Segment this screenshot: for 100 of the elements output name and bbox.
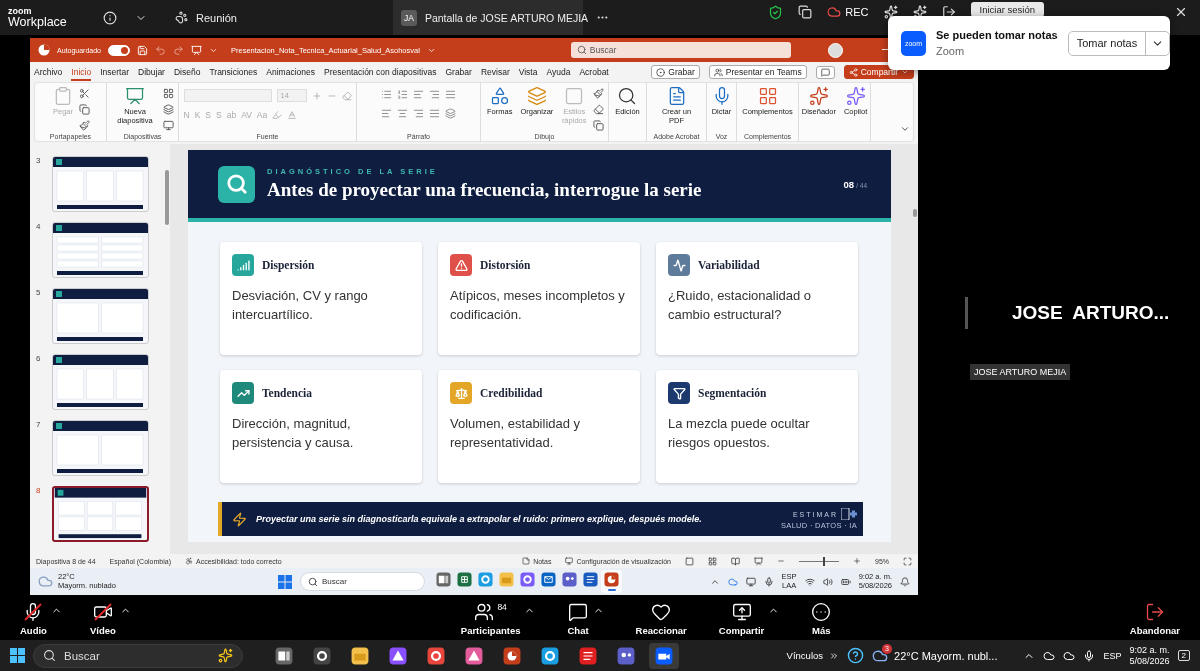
present-teams-button[interactable]: Presentar en Teams	[708, 65, 807, 79]
app-icon[interactable]	[541, 646, 559, 665]
ribbon-tab[interactable]: Ayuda	[546, 63, 571, 81]
app-icon[interactable]	[617, 646, 635, 665]
numbering-icon[interactable]	[397, 89, 408, 100]
app-icon[interactable]	[427, 646, 445, 665]
display-icon[interactable]	[745, 576, 756, 587]
app-icon[interactable]	[503, 646, 521, 665]
record-button[interactable]: REC	[827, 5, 869, 19]
slideshow-icon[interactable]	[754, 556, 763, 566]
start-icon[interactable]	[278, 574, 292, 589]
cloud-icon[interactable]	[1063, 649, 1076, 662]
door-icon[interactable]	[941, 5, 956, 19]
ribbon-tab[interactable]: Transiciones	[209, 63, 258, 81]
language[interactable]: ESP	[1103, 650, 1122, 661]
zoom-in-icon[interactable]	[853, 557, 861, 565]
take-notes-button[interactable]: Tomar notas	[1068, 31, 1147, 55]
wifi-icon[interactable]	[804, 576, 815, 587]
footer-text: Proyectar una serie sin diagnosticarla equivale a extrapolar el ruido: primero explique, después modele.	[256, 514, 702, 524]
ribbon-tab[interactable]: Grabar	[445, 63, 472, 81]
ribbon-tab[interactable]: Revisar	[480, 63, 510, 81]
product-name: Workplace	[8, 15, 68, 29]
search-field[interactable]: Buscar	[33, 643, 243, 668]
user-avatar[interactable]	[827, 42, 843, 58]
comments-button[interactable]	[815, 65, 835, 79]
search-field[interactable]: Buscar	[570, 42, 791, 58]
start-icon[interactable]	[10, 648, 25, 663]
app-icon[interactable]	[275, 646, 293, 665]
record-button[interactable]: Grabar	[651, 65, 700, 79]
reading-view-icon[interactable]	[731, 556, 740, 566]
slide-thumbnail[interactable]	[52, 486, 149, 542]
links-button[interactable]: Vínculos	[786, 650, 840, 661]
bell-icon[interactable]	[900, 576, 910, 587]
share-screen-button[interactable]: Compartir	[718, 601, 765, 636]
font-color-icon[interactable]	[287, 110, 298, 120]
leave-button[interactable]: Abandonar	[1129, 601, 1180, 636]
app-icon[interactable]	[313, 646, 331, 665]
ribbon-tab[interactable]: Inicio	[71, 63, 92, 81]
sorter-view-icon[interactable]	[708, 556, 717, 566]
app-icon[interactable]	[351, 646, 369, 665]
font-name-field[interactable]	[183, 89, 272, 102]
app-icon[interactable]	[655, 646, 673, 665]
participants-button[interactable]: 84 Participantes	[460, 601, 521, 636]
ribbon-tab[interactable]: Insertar	[100, 63, 129, 81]
clock-date[interactable]: 5/08/2026	[1129, 655, 1170, 666]
tab-label: Pantalla de JOSE ARTURO MEJIA	[424, 11, 589, 24]
save-icon[interactable]	[137, 44, 148, 56]
info-icon[interactable]	[103, 10, 117, 25]
notification-badge[interactable]: 2	[1177, 650, 1190, 661]
slide-number: 8	[36, 486, 42, 497]
battery-icon[interactable]	[840, 576, 851, 587]
slide-number: 6	[36, 354, 42, 365]
autosave-toggle[interactable]	[108, 44, 130, 56]
search-icon	[576, 45, 587, 55]
clock-time[interactable]: 9:02 a. m.	[1129, 645, 1170, 656]
ribbon-tab[interactable]: Acrobat	[579, 63, 609, 81]
justify-icon[interactable]	[429, 108, 440, 119]
collapse-icon[interactable]	[900, 124, 910, 134]
card-text: ¿Ruido, estacionalidad o cambio estructural?	[668, 287, 813, 324]
chat-button[interactable]: Chat	[567, 601, 589, 636]
card-title: Tendencia	[262, 387, 313, 399]
meeting-button[interactable]: Reunión	[169, 0, 243, 35]
ribbon-tab[interactable]: Dibujar	[138, 63, 165, 81]
notes-icon	[522, 557, 531, 565]
weather-text: 22°C Mayorm. nubl...	[894, 649, 998, 662]
close-icon[interactable]	[1174, 5, 1188, 19]
brush-icon[interactable]	[79, 120, 90, 131]
sparkle-icon	[808, 86, 829, 106]
presentation-icon[interactable]	[191, 44, 202, 56]
slide-number: 7	[36, 420, 42, 431]
align-left-icon[interactable]	[381, 108, 392, 119]
more-button[interactable]: Más	[811, 601, 832, 636]
ribbon-tab[interactable]: Diseño	[173, 63, 201, 81]
app-icon[interactable]	[389, 646, 407, 665]
react-button[interactable]: Reaccionar	[635, 601, 687, 636]
ribbon-tab[interactable]: Animaciones	[266, 63, 315, 81]
mic-icon[interactable]	[1083, 649, 1096, 662]
bullets-icon[interactable]	[381, 89, 392, 100]
share-icon	[848, 67, 858, 77]
ribbon-tab[interactable]: Presentación con diapositivas	[323, 63, 437, 81]
copy-icon[interactable]	[79, 104, 90, 115]
scissors-icon[interactable]	[79, 88, 90, 99]
notification-source: Zoom	[936, 45, 966, 57]
cloud-icon[interactable]	[1043, 649, 1056, 662]
help-icon[interactable]	[847, 647, 865, 664]
align-center-icon[interactable]	[397, 108, 408, 119]
align-right-icon[interactable]	[413, 108, 424, 119]
search-icon	[43, 649, 56, 662]
ribbon-tab[interactable]: Archivo	[34, 63, 63, 81]
video-button[interactable]: Vídeo	[89, 601, 116, 636]
page-number: 08	[843, 178, 855, 190]
app-icon[interactable]	[465, 646, 483, 665]
volume-icon[interactable]	[822, 576, 833, 587]
fit-icon[interactable]	[903, 556, 912, 566]
ribbon-tab[interactable]: Vista	[518, 63, 538, 81]
audio-button[interactable]: Audio	[20, 601, 47, 636]
app-icon[interactable]	[579, 646, 597, 665]
slide-icon	[125, 86, 145, 106]
leave-icon	[1144, 601, 1165, 622]
normal-view-icon[interactable]	[685, 556, 694, 566]
